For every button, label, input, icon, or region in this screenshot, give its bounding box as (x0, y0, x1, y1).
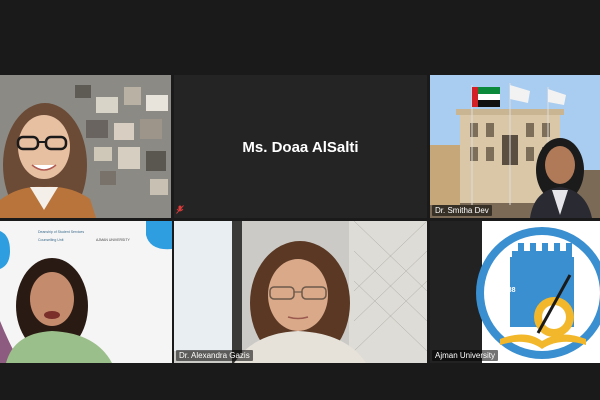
participant-name-3: Dr. Smitha Dev (432, 205, 492, 216)
participant-video-5 (174, 221, 427, 363)
video-grid: Ms. Doaa AlSalti Dr. Smitha Dev Deanship… (0, 0, 600, 400)
participant-video-3 (430, 75, 600, 218)
participant-tile-6[interactable]: 1988 Ajman University (430, 221, 600, 363)
participant-video-1 (0, 75, 171, 218)
participant-tile-2[interactable]: Ms. Doaa AlSalti (174, 75, 427, 218)
participant-tile-1[interactable] (0, 75, 171, 218)
participant-name-5: Dr. Alexandra Gazis (176, 350, 253, 361)
mic-muted-icon (176, 205, 184, 214)
logo-year: 1988 (500, 287, 516, 294)
participant-tile-5[interactable]: Dr. Alexandra Gazis (174, 221, 427, 363)
participant-name-2: Ms. Doaa AlSalti (242, 139, 359, 156)
participant-tile-3[interactable]: Dr. Smitha Dev (430, 75, 600, 218)
participant-video-4 (0, 221, 172, 363)
slide-line-1: Deanship of Student Services (38, 230, 85, 234)
participant-name-6: Ajman University (432, 350, 499, 361)
slide-logo-text: AJMAN UNIVERSITY (96, 238, 130, 242)
slide-line-2: Counselling Unit (38, 238, 64, 242)
participant-tile-4[interactable]: Deanship of Student Services Counselling… (0, 221, 172, 363)
